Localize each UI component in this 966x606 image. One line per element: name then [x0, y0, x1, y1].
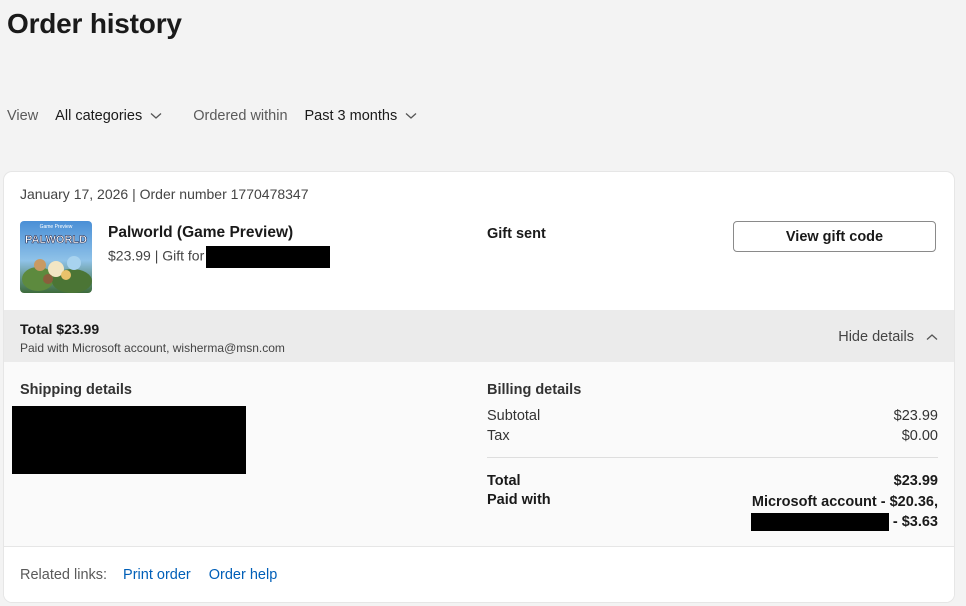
paid-with-line2-suffix: - $3.63 [892, 514, 938, 530]
paid-with-value: Microsoft account - $20.36, - $3.63 [750, 492, 938, 532]
order-card: January 17, 2026 | Order number 17704783… [4, 172, 954, 602]
category-value: All categories [55, 108, 143, 124]
paid-with-label: Paid with [487, 492, 551, 508]
chevron-down-icon [405, 108, 417, 124]
product-price-gift: $23.99 | Gift for [108, 246, 331, 268]
paid-with-line1: Microsoft account - $20.36, [751, 494, 938, 510]
product-thumbnail[interactable]: Game Preview PALWORLD [20, 221, 92, 293]
hide-details-label: Hide details [838, 329, 914, 345]
billing-tax-row: Tax $0.00 [487, 428, 938, 444]
gift-status: Gift sent [487, 226, 546, 242]
chevron-up-icon [926, 333, 938, 341]
redacted-payment-method [750, 513, 889, 532]
related-links: Related links: Print order Order help [4, 546, 954, 602]
category-dropdown[interactable]: All categories [55, 108, 162, 124]
ordered-within-label: Ordered within [193, 108, 288, 124]
thumb-logo: PALWORLD [25, 234, 87, 246]
chevron-down-icon [150, 108, 162, 124]
tax-label: Tax [487, 428, 510, 444]
tax-value: $0.00 [901, 428, 938, 444]
billing-total-row: Total $23.99 [487, 473, 938, 489]
order-meta: January 17, 2026 | Order number 17704783… [20, 186, 309, 202]
redacted-recipient [206, 246, 331, 268]
total-value: $23.99 [893, 473, 938, 489]
billing-heading: Billing details [487, 382, 582, 398]
price-gift-text: $23.99 | Gift for [108, 247, 205, 264]
product-name[interactable]: Palworld (Game Preview) [108, 224, 293, 242]
print-order-link[interactable]: Print order [123, 567, 191, 583]
billing-divider [487, 457, 938, 458]
subtotal-value: $23.99 [893, 408, 938, 424]
order-help-link[interactable]: Order help [209, 567, 278, 583]
subtotal-label: Subtotal [487, 408, 541, 424]
order-summary-bar: Total $23.99 Paid with Microsoft account… [4, 310, 954, 362]
billing-subtotal-row: Subtotal $23.99 [487, 408, 938, 424]
summary-total: Total $23.99 [20, 321, 100, 337]
shipping-heading: Shipping details [20, 382, 132, 398]
redacted-shipping-address [12, 406, 246, 474]
filters-bar: View All categories Ordered within Past … [7, 106, 417, 126]
ordered-within-dropdown[interactable]: Past 3 months [305, 108, 418, 124]
total-label: Total [487, 473, 521, 489]
summary-paid-with: Paid with Microsoft account, wisherma@ms… [20, 341, 285, 355]
related-links-label: Related links: [20, 567, 108, 583]
ordered-within-value: Past 3 months [304, 108, 398, 124]
page-title: Order history [7, 8, 182, 39]
order-details: Shipping details Billing details Subtota… [4, 362, 954, 546]
paid-with-line2: - $3.63 [750, 512, 938, 532]
thumb-caption: Game Preview [40, 224, 73, 230]
hide-details-toggle[interactable]: Hide details [838, 329, 938, 345]
view-label: View [7, 108, 39, 124]
view-gift-code-button[interactable]: View gift code [733, 221, 936, 252]
